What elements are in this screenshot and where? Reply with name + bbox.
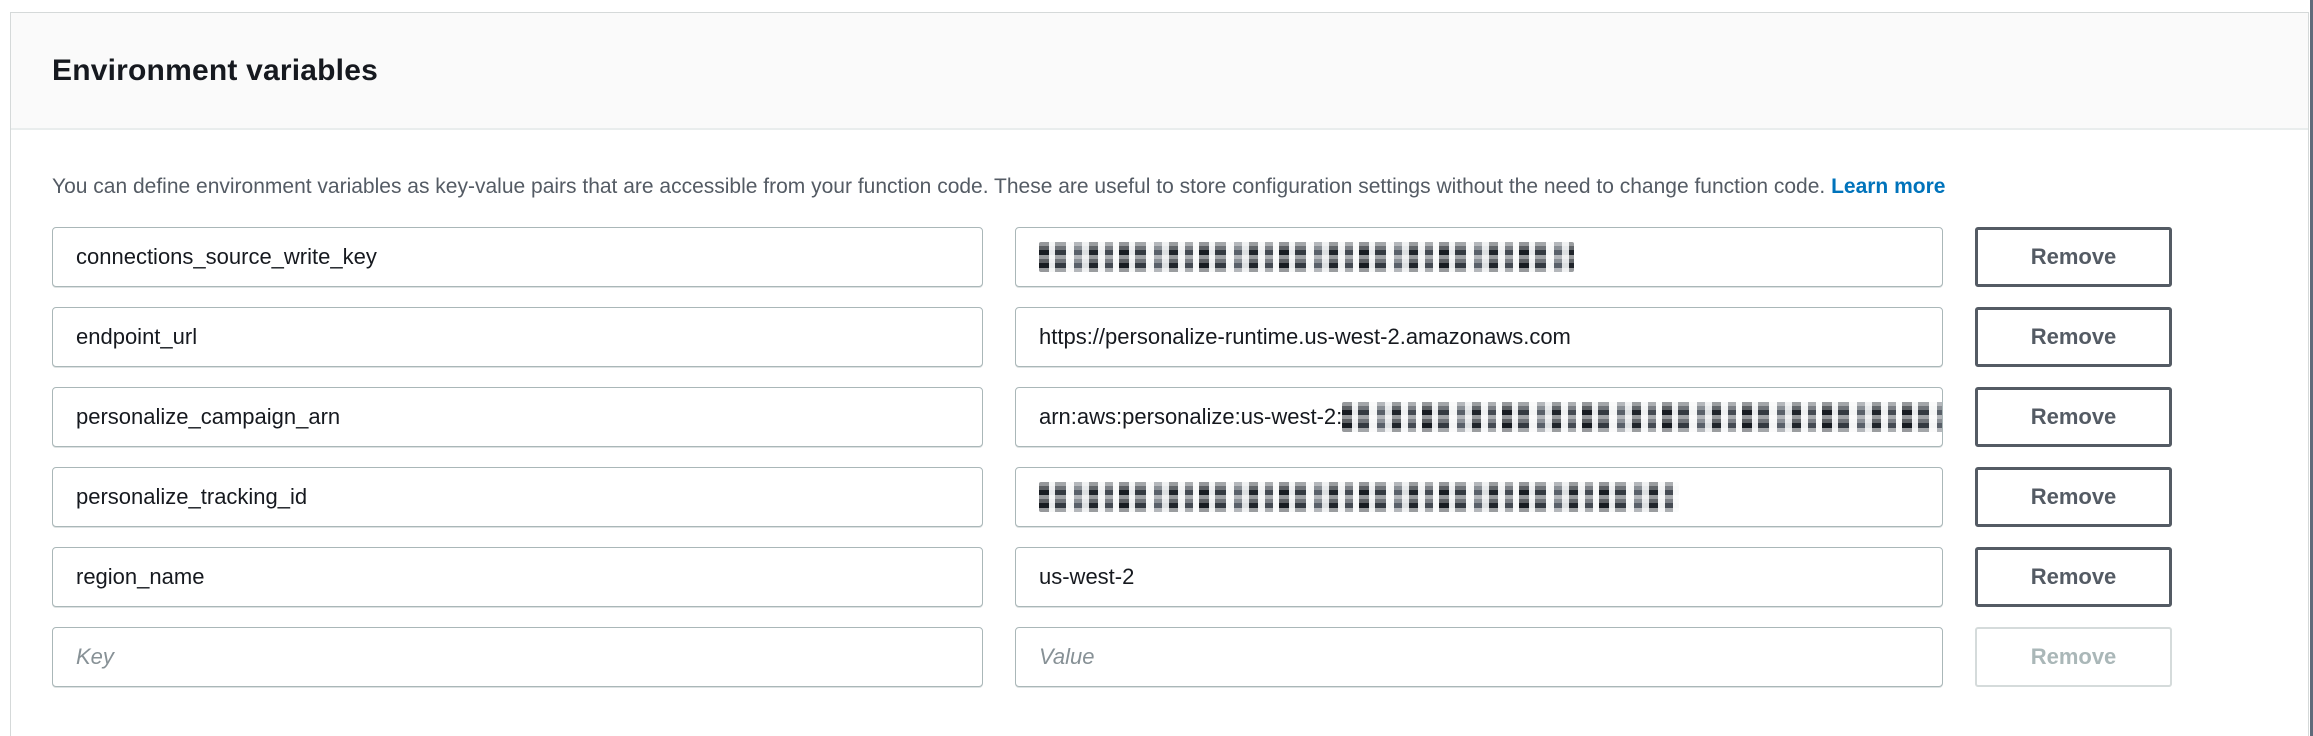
env-var-rows: connections_source_write_key Remove endp…: [52, 227, 2267, 687]
remove-button[interactable]: Remove: [1975, 467, 2172, 527]
page-title: Environment variables: [52, 54, 378, 88]
new-value-input[interactable]: Value: [1015, 627, 1943, 687]
remove-button[interactable]: Remove: [1975, 387, 2172, 447]
value-input[interactable]: https://personalize-runtime.us-west-2.am…: [1015, 307, 1943, 367]
key-input[interactable]: personalize_campaign_arn: [52, 387, 983, 447]
key-text: region_name: [76, 564, 204, 590]
key-input[interactable]: personalize_tracking_id: [52, 467, 983, 527]
key-text: personalize_campaign_arn: [76, 404, 340, 430]
remove-button[interactable]: Remove: [1975, 227, 2172, 287]
key-placeholder: Key: [76, 644, 114, 670]
value-text: https://personalize-runtime.us-west-2.am…: [1039, 324, 1571, 350]
description-text: You can define environment variables as …: [52, 174, 2267, 200]
env-var-row: endpoint_url https://personalize-runtime…: [52, 307, 2267, 367]
env-var-row: personalize_tracking_id Remove: [52, 467, 2267, 527]
remove-button[interactable]: Remove: [1975, 547, 2172, 607]
value-text: us-west-2: [1039, 564, 1134, 590]
env-var-row: region_name us-west-2 Remove: [52, 547, 2267, 607]
env-var-row: personalize_campaign_arn arn:aws:persona…: [52, 387, 2267, 447]
new-key-input[interactable]: Key: [52, 627, 983, 687]
env-var-new-row: Key Value Remove: [52, 627, 2267, 687]
remove-button[interactable]: Remove: [1975, 307, 2172, 367]
redacted-value: [1039, 482, 1679, 512]
redacted-value: [1039, 242, 1574, 272]
panel-body: You can define environment variables as …: [11, 174, 2308, 687]
redacted-value: [1342, 402, 1943, 432]
value-input[interactable]: [1015, 467, 1943, 527]
key-input[interactable]: connections_source_write_key: [52, 227, 983, 287]
value-placeholder: Value: [1039, 644, 1094, 670]
key-input[interactable]: endpoint_url: [52, 307, 983, 367]
environment-variables-panel: Environment variables You can define env…: [10, 12, 2309, 736]
key-text: connections_source_write_key: [76, 244, 377, 270]
value-input[interactable]: arn:aws:personalize:us-west-2:: [1015, 387, 1943, 447]
value-input[interactable]: us-west-2: [1015, 547, 1943, 607]
panel-header: Environment variables: [11, 13, 2308, 130]
remove-button-disabled: Remove: [1975, 627, 2172, 687]
key-text: personalize_tracking_id: [76, 484, 307, 510]
description-body: You can define environment variables as …: [52, 175, 1825, 198]
env-var-row: connections_source_write_key Remove: [52, 227, 2267, 287]
key-text: endpoint_url: [76, 324, 197, 350]
value-text: arn:aws:personalize:us-west-2:: [1039, 404, 1342, 430]
learn-more-link[interactable]: Learn more: [1831, 175, 1945, 198]
key-input[interactable]: region_name: [52, 547, 983, 607]
value-input[interactable]: [1015, 227, 1943, 287]
